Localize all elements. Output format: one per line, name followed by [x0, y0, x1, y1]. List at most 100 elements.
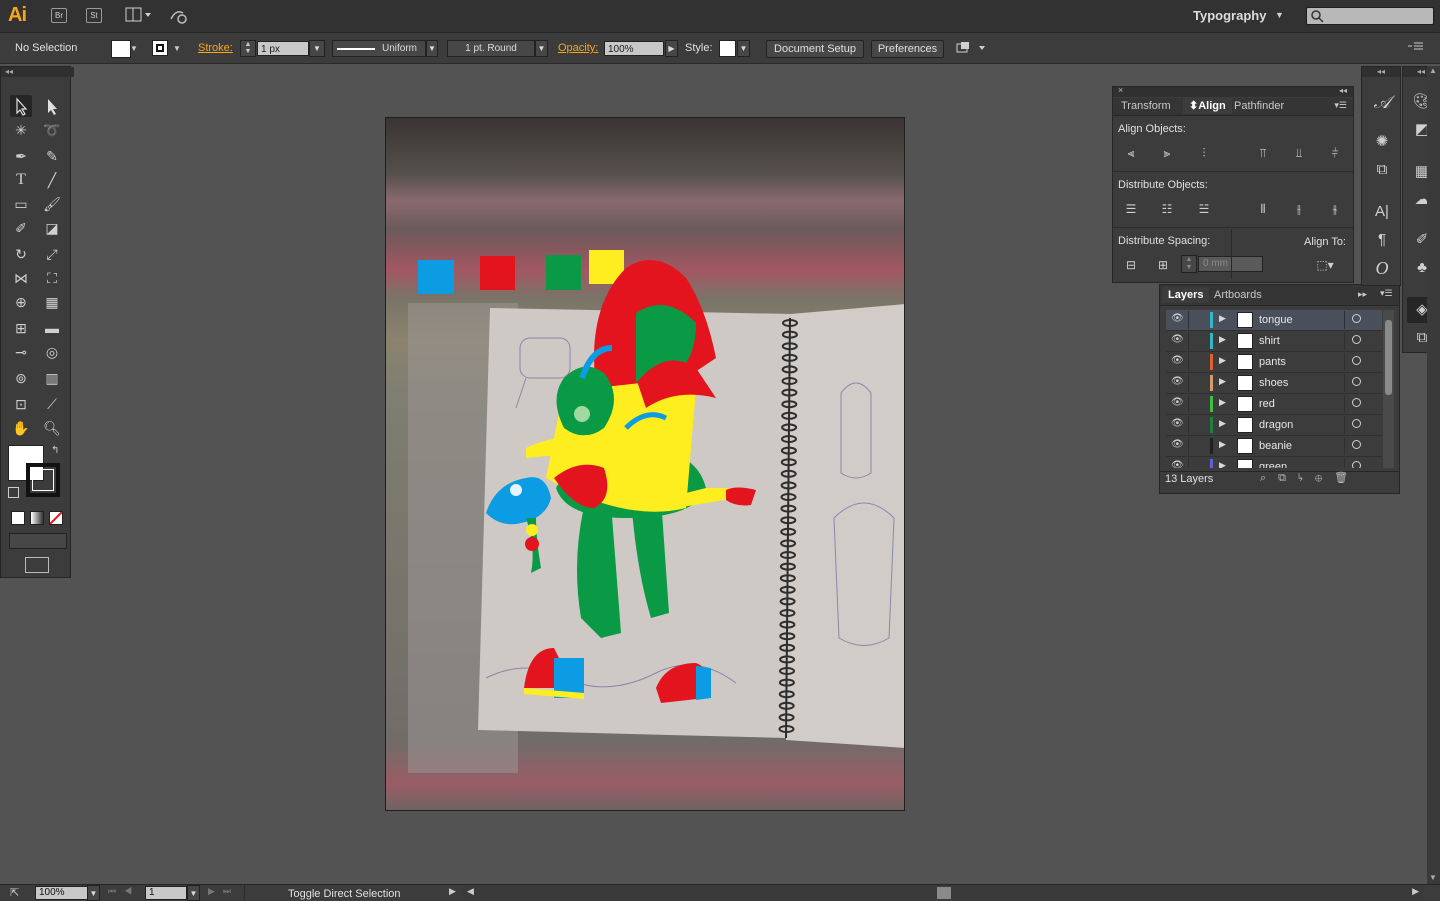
layer-name[interactable]: tongue — [1259, 314, 1293, 326]
panel-menu-icon[interactable] — [1408, 41, 1424, 56]
layer-name[interactable]: shoes — [1259, 377, 1288, 389]
layer-name[interactable]: red — [1259, 398, 1275, 410]
align-right-icon[interactable]: ⫶ — [1194, 143, 1214, 163]
default-colors-icon[interactable] — [8, 487, 19, 498]
target-circle-icon[interactable] — [1352, 440, 1361, 449]
sync-button[interactable] — [168, 7, 190, 28]
perspective-grid-tool[interactable]: ▦ — [41, 291, 63, 313]
pen-tool[interactable]: ✒ — [10, 145, 32, 167]
align-to-selection-icon[interactable]: ⬚▾ — [1310, 255, 1340, 275]
stroke-swatch[interactable] — [152, 40, 168, 56]
target-circle-icon[interactable] — [1352, 314, 1361, 323]
layer-name[interactable]: beanie — [1259, 440, 1292, 452]
distribute-left-icon[interactable]: ⫴ — [1253, 199, 1273, 219]
blend-tool[interactable]: ◎ — [41, 341, 63, 363]
arrange-icon[interactable] — [955, 41, 987, 58]
layer-name[interactable]: dragon — [1259, 419, 1293, 431]
target-circle-icon[interactable] — [1352, 377, 1361, 386]
layer-row[interactable]: 👁︎ ▶ tongue — [1166, 310, 1382, 331]
gradient-mode-button[interactable] — [30, 511, 44, 525]
opacity-field[interactable]: 100% — [604, 41, 664, 56]
canvas-horizontal-scrollbar[interactable]: ◀ ▶ — [463, 885, 1423, 901]
visibility-eye-icon[interactable]: 👁︎ — [1171, 355, 1184, 366]
artboard-tool[interactable]: ⊡ — [10, 393, 32, 415]
screen-mode-button[interactable] — [25, 557, 49, 573]
shaper-tool[interactable]: ✐ — [10, 217, 32, 239]
expand-triangle-icon[interactable]: ▶ — [1219, 418, 1226, 429]
create-sublayer-icon[interactable]: ↳ — [1298, 472, 1315, 484]
expand-triangle-icon[interactable]: ▶ — [1219, 334, 1226, 345]
visibility-eye-icon[interactable]: 👁︎ — [1171, 313, 1184, 324]
fill-swatch[interactable] — [111, 40, 131, 58]
scroll-down-icon[interactable]: ▼ — [1429, 873, 1437, 882]
symbol-sprayer-tool[interactable]: ⊚ — [10, 367, 32, 389]
chevron-down-icon[interactable]: ▼ — [737, 40, 750, 57]
zoom-field[interactable]: 100% — [35, 886, 90, 900]
document-setup-button[interactable]: Document Setup — [766, 40, 864, 58]
layer-row[interactable]: 👁︎ ▶ dragon — [1166, 415, 1382, 436]
align-bottom-icon[interactable]: ⫩ — [1325, 143, 1345, 163]
visibility-eye-icon[interactable]: 👁︎ — [1171, 460, 1184, 468]
make-clipping-mask-icon[interactable]: ⧉ — [1278, 472, 1298, 484]
expand-triangle-icon[interactable]: ▶ — [1219, 397, 1226, 408]
stroke-color-box[interactable] — [26, 463, 60, 497]
scroll-up-icon[interactable]: ▲ — [1429, 66, 1437, 75]
rectangle-tool[interactable]: ▭ — [10, 193, 32, 215]
color-mode-button[interactable] — [11, 511, 25, 525]
graphic-style-swatch[interactable] — [719, 40, 736, 57]
character-icon[interactable]: A| — [1367, 199, 1397, 225]
opacity-slider-toggle[interactable]: ▶ — [665, 40, 678, 57]
width-tool[interactable]: ⋈ — [10, 267, 32, 289]
share-icon[interactable]: ⇱ — [10, 886, 19, 899]
status-menu-arrow[interactable]: ▶ — [449, 886, 456, 897]
layer-name[interactable]: green — [1259, 461, 1287, 468]
drawing-modes[interactable] — [9, 533, 67, 549]
bridge-button[interactable]: Br — [51, 8, 67, 23]
target-circle-icon[interactable] — [1352, 335, 1361, 344]
slice-tool[interactable]: ⟋ — [41, 393, 63, 415]
layers-scrollbar[interactable] — [1383, 310, 1394, 468]
chevron-down-icon[interactable]: ▼ — [130, 41, 141, 57]
scale-tool[interactable]: ⤢ — [41, 243, 63, 265]
expand-triangle-icon[interactable]: ▶ — [1219, 355, 1226, 366]
expand-triangle-icon[interactable]: ▶ — [1219, 313, 1226, 324]
eraser-tool[interactable]: ◪ — [41, 217, 63, 239]
stroke-weight-field[interactable]: 1 px — [257, 41, 309, 56]
layer-row[interactable]: 👁︎ ▶ pants — [1166, 352, 1382, 373]
zoom-tool[interactable]: 🔍︎ — [41, 417, 63, 439]
tab-layers[interactable]: Layers — [1162, 287, 1210, 303]
panel-titlebar[interactable]: × ◂◂ — [1113, 85, 1353, 97]
expand-triangle-icon[interactable]: ▶ — [1219, 376, 1226, 387]
search-input[interactable] — [1306, 7, 1434, 25]
stroke-weight-dropdown[interactable]: ▼ — [309, 40, 325, 57]
chevron-down-icon[interactable]: ▼ — [426, 40, 438, 57]
opacity-label[interactable]: Opacity: — [558, 42, 598, 54]
align-left-icon[interactable]: ⫷ — [1121, 143, 1141, 163]
distribute-horizontal-center-icon[interactable]: ⫲ — [1289, 199, 1309, 219]
stroke-label[interactable]: Stroke: — [198, 42, 233, 54]
paragraph-icon[interactable]: ¶ — [1367, 227, 1397, 253]
paintbrush-tool[interactable]: 🖌 — [41, 193, 63, 215]
tab-transform[interactable]: Transform — [1115, 98, 1177, 114]
none-mode-button[interactable] — [49, 511, 63, 525]
target-circle-icon[interactable] — [1352, 419, 1361, 428]
brush-definition[interactable]: 1 pt. Round — [447, 40, 535, 57]
layer-row[interactable]: 👁︎ ▶ shoes — [1166, 373, 1382, 394]
expand-icon[interactable]: ▸▸ — [1358, 289, 1367, 300]
visibility-eye-icon[interactable]: 👁︎ — [1171, 418, 1184, 429]
vertical-distribute-space-icon[interactable]: ⊟ — [1121, 255, 1141, 275]
collapse-icon[interactable]: ◂◂ — [1339, 86, 1347, 95]
new-layer-icon[interactable]: ⊕ — [1315, 472, 1334, 484]
layer-name[interactable]: shirt — [1259, 335, 1280, 347]
tab-pathfinder[interactable]: Pathfinder — [1228, 98, 1290, 114]
free-transform-tool[interactable]: ⛶ — [41, 267, 63, 289]
artboard-next-nav[interactable]: ▶⏭ — [208, 886, 239, 897]
tab-align[interactable]: ⬍Align — [1183, 98, 1232, 114]
chevron-down-icon[interactable]: ▼ — [173, 41, 181, 57]
column-graph-tool[interactable]: ▥ — [41, 367, 63, 389]
artboard-prev-nav[interactable]: ⏮◀ — [108, 886, 140, 897]
direct-selection-tool[interactable] — [41, 95, 63, 117]
lasso-tool[interactable]: ➰ — [41, 119, 63, 141]
graphic-styles-icon[interactable]: ⧉ — [1367, 157, 1397, 183]
expand-triangle-icon[interactable]: ▶ — [1219, 460, 1226, 468]
